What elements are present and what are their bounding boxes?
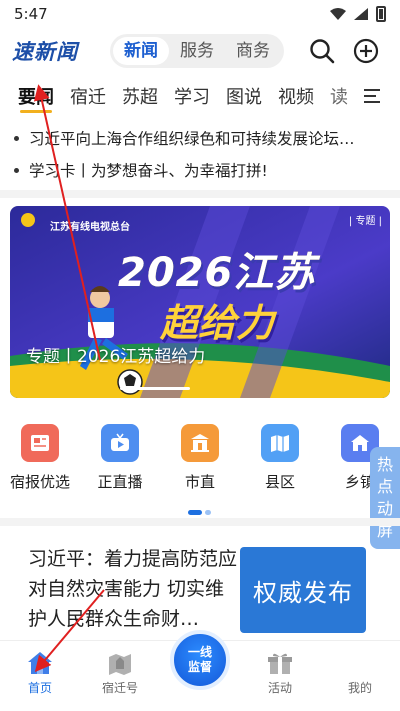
news-card-badge: 权威发布 xyxy=(240,547,366,633)
cellular-signal-icon xyxy=(354,8,368,20)
segment-news[interactable]: 新闻 xyxy=(113,37,169,65)
wifi-icon xyxy=(330,8,346,20)
tab-picture[interactable]: 图说 xyxy=(226,83,262,109)
nav-home[interactable]: 首页 xyxy=(5,651,75,696)
banner-title-line2: 超给力 xyxy=(160,301,275,345)
nav-suqian-account[interactable]: 宿迁号 xyxy=(85,651,155,696)
quick-links-page-indicator xyxy=(188,510,212,515)
segment-services[interactable]: 服务 xyxy=(169,37,225,65)
hot-tab-char: 热 xyxy=(376,455,393,474)
search-icon[interactable] xyxy=(308,37,336,65)
status-time: 5:47 xyxy=(14,5,48,23)
quick-link-live[interactable]: 正直播 xyxy=(80,424,160,494)
quick-link-label: 市直 xyxy=(184,473,215,491)
quick-link-county[interactable]: 县区 xyxy=(240,424,320,494)
page-dot-active xyxy=(188,510,202,515)
newspaper-icon xyxy=(21,424,59,462)
section-divider xyxy=(0,190,400,198)
tab-headlines[interactable]: 要闻 xyxy=(18,83,54,113)
headline-item[interactable]: 习近平向上海合作组织绿色和可持续发展论坛… xyxy=(0,122,400,154)
home-icon xyxy=(28,652,52,674)
banner-org-name: 江苏有线电视总台 xyxy=(50,222,130,233)
segment-business[interactable]: 商务 xyxy=(225,37,281,65)
map-icon xyxy=(261,424,299,462)
nav-label: 首页 xyxy=(27,681,52,695)
quick-link-label: 宿报优选 xyxy=(9,473,70,491)
tab-study[interactable]: 学习 xyxy=(174,83,210,109)
hot-tab-char: 点 xyxy=(376,477,393,496)
battery-icon xyxy=(376,6,386,22)
headline-text: 习近平向上海合作组织绿色和可持续发展论坛… xyxy=(29,130,355,148)
quick-link-city[interactable]: 市直 xyxy=(160,424,240,494)
nav-mine[interactable]: 我的 xyxy=(325,651,395,696)
tab-suchao[interactable]: 苏超 xyxy=(122,83,158,109)
page-dot xyxy=(205,510,211,515)
news-card[interactable]: 习近平：着力提高防范应对自然灾害能力 切实维护人民群众生命财… 权威发布 xyxy=(10,530,390,640)
gift-icon xyxy=(268,653,292,674)
headline-list: 习近平向上海合作组织绿色和可持续发展论坛… 学习卡丨为梦想奋斗、为幸福打拼! xyxy=(0,122,400,186)
center-button-line1: 一线 xyxy=(187,645,212,659)
banner-caption: 专题丨2026江苏超给力 xyxy=(26,347,206,367)
section-switcher: 新闻 服务 商务 xyxy=(110,34,284,68)
quick-link-suqian-daily[interactable]: 宿报优选 xyxy=(0,424,80,494)
profile-icon xyxy=(347,651,373,675)
center-button-line2: 监督 xyxy=(187,660,212,674)
bullet-dot xyxy=(14,135,19,141)
bullet-dot xyxy=(14,167,19,173)
live-camera-icon xyxy=(101,424,139,462)
city-map-icon xyxy=(109,654,131,675)
nav-activity[interactable]: 活动 xyxy=(245,651,315,696)
status-icons xyxy=(330,6,386,22)
quick-links: 宿报优选 正直播 市直 县区 乡镇 xyxy=(0,424,400,494)
channel-tabs: 要闻 宿迁 苏超 学习 图说 视频 读 xyxy=(0,78,400,114)
app-header: 速新闻 新闻 服务 商务 xyxy=(0,30,400,72)
nav-label: 活动 xyxy=(267,681,292,695)
section-divider xyxy=(0,518,400,526)
tab-video[interactable]: 视频 xyxy=(278,83,314,109)
frontline-supervision-button[interactable]: 一线 监督 xyxy=(170,630,230,690)
status-bar: 5:47 xyxy=(0,0,400,28)
tab-suqian[interactable]: 宿迁 xyxy=(70,83,106,109)
quick-link-label: 县区 xyxy=(264,473,295,491)
tab-read[interactable]: 读 xyxy=(330,83,348,109)
nav-label: 我的 xyxy=(347,681,372,695)
hot-tab-char: 动 xyxy=(376,499,393,518)
headline-text: 学习卡丨为梦想奋斗、为幸福打拼! xyxy=(29,162,268,180)
headline-item[interactable]: 学习卡丨为梦想奋斗、为幸福打拼! xyxy=(0,154,400,186)
news-card-text: 习近平：着力提高防范应对自然灾害能力 切实维护人民群众生命财… xyxy=(28,548,238,630)
banner-topic-tag: | 专题 | xyxy=(348,216,382,227)
add-icon[interactable] xyxy=(352,37,380,65)
carousel-indicator xyxy=(120,387,190,390)
menu-icon[interactable] xyxy=(364,88,382,104)
government-building-icon xyxy=(181,424,219,462)
quick-link-label: 正直播 xyxy=(97,473,143,491)
nav-label: 宿迁号 xyxy=(101,681,138,695)
banner-title-line1: 2026江苏 xyxy=(118,250,316,296)
app-logo: 速新闻 xyxy=(12,39,78,64)
